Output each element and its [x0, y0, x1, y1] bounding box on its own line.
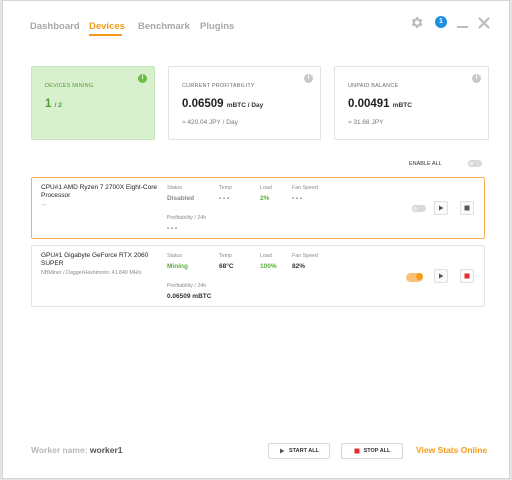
unpaid-balance-unit: mBTC	[392, 102, 412, 109]
temp-value: - - -	[219, 195, 230, 202]
load-value: 100%	[260, 263, 277, 270]
active-tab-indicator	[89, 34, 122, 36]
devices-mining-card: DEVICES MINING i 1 / 2	[31, 66, 155, 140]
status-label: Status	[167, 185, 183, 191]
tab-devices[interactable]: Devices	[89, 21, 125, 32]
profitability-value: 0.06509 mBTC	[167, 293, 212, 300]
devices-mining-value: 1 / 2	[45, 98, 62, 110]
stop-all-button[interactable]: STOP ALL	[341, 443, 403, 459]
tab-benchmark[interactable]: Benchmark	[138, 21, 190, 32]
load-label: Load	[260, 253, 272, 259]
stop-icon	[354, 448, 360, 454]
profitability-label: Profitability / 24h	[167, 215, 207, 221]
device-enable-toggle[interactable]	[412, 205, 426, 212]
enable-all-label: ENABLE ALL	[409, 161, 442, 167]
fan-speed-label: Fan Speed	[292, 253, 318, 259]
info-icon[interactable]: i	[138, 74, 147, 83]
notification-badge[interactable]: 1	[435, 16, 447, 28]
tab-dashboard[interactable]: Dashboard	[30, 21, 80, 32]
load-label: Load	[260, 185, 272, 191]
temp-value: 68°C	[219, 263, 234, 270]
worker-name-label: Worker name:	[31, 445, 88, 455]
device-name: GPU#1 Gigabyte GeForce RTX 2060 SUPER	[41, 252, 149, 267]
fan-speed-value: - - -	[292, 195, 303, 202]
stop-button[interactable]	[460, 269, 474, 283]
profitability-card: CURRENT PROFITABILITY i 0.06509 mBTC / D…	[168, 66, 321, 140]
minimize-icon[interactable]	[457, 26, 468, 28]
app-window: Dashboard Devices Benchmark Plugins 1 DE…	[2, 0, 510, 479]
profitability-label: Profitability / 24h	[167, 283, 207, 289]
start-button[interactable]	[434, 201, 448, 215]
start-all-label: START ALL	[289, 448, 319, 454]
devices-mining-title: DEVICES MINING	[45, 83, 94, 89]
worker-name-value[interactable]: worker1	[90, 445, 123, 455]
profitability-value: 0.06509 mBTC / Day	[182, 98, 263, 110]
close-icon[interactable]	[478, 16, 490, 34]
profitability-value: - - -	[167, 225, 178, 232]
temp-label: Temp	[219, 253, 232, 259]
play-icon	[280, 448, 285, 454]
status-value: Mining	[167, 263, 188, 270]
profitability-title: CURRENT PROFITABILITY	[182, 83, 255, 89]
unpaid-balance-fiat: ≈ 31.68 JPY	[348, 119, 384, 126]
profitability-fiat: ≈ 420.04 JPY / Day	[182, 119, 238, 126]
device-row-cpu[interactable]: CPU#1 AMD Ryzen 7 2700X Eight-Core Proce…	[31, 177, 485, 239]
stop-icon	[464, 205, 470, 211]
unpaid-balance-value: 0.00491 mBTC	[348, 98, 412, 110]
status-label: Status	[167, 253, 183, 259]
fan-speed-label: Fan Speed	[292, 185, 318, 191]
settings-gear-icon[interactable]	[409, 15, 424, 35]
enable-all-toggle[interactable]	[468, 160, 482, 167]
profitability-unit: mBTC / Day	[226, 102, 264, 109]
info-icon[interactable]: i	[304, 74, 313, 83]
device-name: CPU#1 AMD Ryzen 7 2700X Eight-Core Proce…	[41, 184, 157, 199]
status-value: Disabled	[167, 195, 195, 202]
start-button[interactable]	[434, 269, 448, 283]
stop-button[interactable]	[460, 201, 474, 215]
stop-all-label: STOP ALL	[363, 448, 391, 454]
start-all-button[interactable]: START ALL	[268, 443, 330, 459]
device-algorithm: ---	[41, 202, 47, 208]
device-algorithm: NBMiner / DaggerHashimoto: 41.840 MH/s	[41, 270, 142, 276]
view-stats-online-link[interactable]: View Stats Online	[416, 445, 487, 455]
unpaid-balance-card: UNPAID BALANCE i 0.00491 mBTC ≈ 31.68 JP…	[334, 66, 489, 140]
device-row-gpu[interactable]: GPU#1 Gigabyte GeForce RTX 2060 SUPER NB…	[31, 245, 485, 307]
stop-icon	[464, 273, 470, 279]
devices-mining-total: / 2	[54, 102, 62, 109]
worker-name: Worker name: worker1	[31, 445, 123, 455]
tab-plugins[interactable]: Plugins	[200, 21, 234, 32]
profitability-amount: 0.06509	[182, 98, 224, 110]
devices-mining-active: 1	[45, 98, 52, 110]
unpaid-balance-title: UNPAID BALANCE	[348, 83, 399, 89]
info-icon[interactable]: i	[472, 74, 481, 83]
fan-speed-value: 82%	[292, 263, 306, 270]
temp-label: Temp	[219, 185, 232, 191]
load-value: 2%	[260, 195, 270, 202]
play-icon	[439, 273, 444, 279]
unpaid-balance-amount: 0.00491	[348, 98, 390, 110]
device-enable-toggle[interactable]	[406, 273, 423, 282]
play-icon	[439, 205, 444, 211]
